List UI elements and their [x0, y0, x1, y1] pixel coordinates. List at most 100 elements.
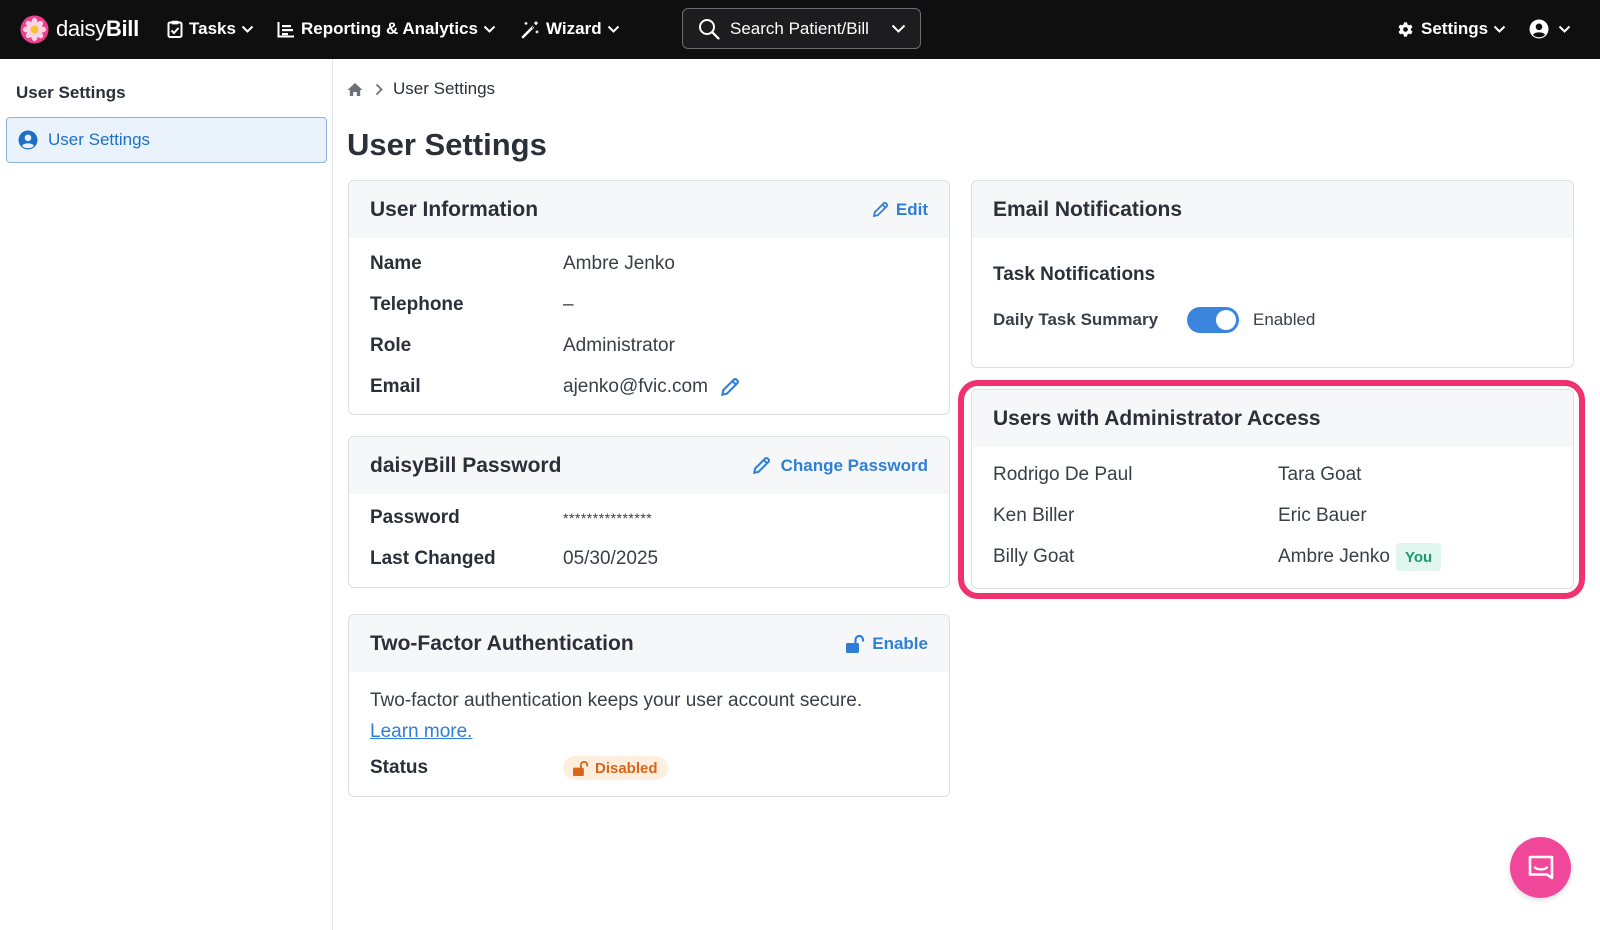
status-badge-label: Disabled	[595, 759, 658, 777]
card-header: Two-Factor Authentication Enable	[349, 615, 949, 672]
unlock-icon	[573, 760, 589, 776]
you-badge: You	[1395, 543, 1442, 571]
pencil-icon	[752, 456, 770, 475]
two-factor-description-text: Two-factor authentication keeps your use…	[370, 690, 863, 711]
daily-task-summary-row: Daily Task Summary Enabled	[993, 306, 1315, 334]
nav-wizard[interactable]: Wizard	[521, 16, 620, 42]
email-value: ajenko@fvic.com	[563, 376, 708, 397]
password-masked-value: ***************	[563, 510, 653, 526]
breadcrumb: User Settings	[347, 78, 495, 100]
gear-icon	[1398, 21, 1413, 37]
change-password-button[interactable]: Change Password	[752, 456, 928, 476]
admin-access-card: Users with Administrator Access Rodrigo …	[971, 389, 1574, 589]
nav-settings-label: Settings	[1421, 19, 1489, 38]
toggle-label: Daily Task Summary	[993, 310, 1159, 329]
field-value: Administrator	[563, 335, 675, 356]
enable-two-factor-button[interactable]: Enable	[845, 634, 928, 654]
nav-wizard-label: Wizard	[546, 19, 602, 38]
toggle-state-label: Enabled	[1253, 310, 1316, 329]
admin-user: Eric Bauer	[1278, 505, 1367, 526]
edit-label: Edit	[895, 199, 928, 219]
brand-name: daisyBill	[56, 16, 139, 41]
field-value: –	[563, 294, 574, 315]
sidebar-item-user-settings[interactable]: User Settings	[6, 117, 327, 163]
user-information-card: User Information Edit Name Ambre Jenko T…	[348, 180, 950, 415]
field-value-email: ajenko@fvic.com	[563, 376, 740, 398]
nav-tasks[interactable]: Tasks	[167, 16, 254, 42]
nav-tasks-label: Tasks	[189, 19, 236, 38]
sidebar-heading: User Settings	[16, 83, 126, 102]
user-info-row-name: Name Ambre Jenko	[370, 251, 675, 277]
breadcrumb-current: User Settings	[393, 79, 496, 98]
daisybill-logo[interactable]: daisyBill	[20, 14, 139, 44]
enable-label: Enable	[872, 633, 928, 653]
card-title: daisyBill Password	[370, 453, 562, 477]
nav-settings[interactable]: Settings	[1396, 16, 1506, 42]
sidebar-item-label: User Settings	[48, 130, 151, 149]
chat-bubble-icon	[1528, 855, 1553, 879]
card-title: Two-Factor Authentication	[370, 631, 634, 655]
field-label: Telephone	[370, 294, 464, 315]
field-label: Last Changed	[370, 548, 496, 569]
card-header: User Information Edit	[349, 181, 949, 238]
unlock-icon	[846, 634, 865, 653]
nav-reporting-label: Reporting & Analytics	[301, 19, 478, 38]
breadcrumb-separator-icon	[375, 83, 383, 96]
chevron-down-icon	[483, 25, 496, 33]
password-card: daisyBill Password Change Password Passw…	[348, 436, 950, 588]
pencil-icon	[872, 201, 889, 218]
task-notifications-heading: Task Notifications	[993, 264, 1156, 285]
admin-user: Ken Biller	[993, 505, 1075, 526]
user-circle-icon	[1529, 19, 1549, 39]
admin-user-current: Ambre Jenko You	[1278, 543, 1442, 571]
two-factor-status-row: Status Disabled	[370, 755, 668, 781]
field-label: Password	[370, 507, 460, 528]
user-info-row-email: Email ajenko@fvic.com	[370, 374, 740, 400]
clipboard-check-icon	[167, 20, 183, 38]
field-value: Disabled	[563, 756, 668, 780]
user-circle-icon	[18, 130, 38, 150]
search-icon	[699, 18, 720, 40]
edit-user-info-button[interactable]: Edit	[872, 200, 928, 220]
field-label: Status	[370, 757, 429, 778]
user-info-row-role: Role Administrator	[370, 333, 675, 359]
daily-task-summary-toggle[interactable]	[1187, 307, 1239, 333]
card-title: Users with Administrator Access	[993, 406, 1321, 430]
home-icon[interactable]	[347, 82, 363, 97]
card-title: Email Notifications	[993, 197, 1183, 221]
user-info-row-telephone: Telephone –	[370, 292, 574, 318]
magic-wand-icon	[521, 21, 539, 38]
chat-launcher-button[interactable]	[1510, 837, 1571, 898]
change-password-label: Change Password	[780, 455, 928, 475]
password-row: Password ***************	[370, 505, 652, 531]
field-label: Role	[370, 335, 412, 356]
learn-more-link[interactable]: Learn more.	[370, 721, 472, 742]
search-label: Search Patient/Bill	[730, 18, 869, 38]
card-header: Email Notifications	[972, 181, 1573, 238]
daisy-flower-icon	[20, 14, 49, 44]
card-header: daisyBill Password Change Password	[349, 437, 949, 494]
chevron-down-icon	[607, 25, 619, 33]
admin-user: Billy Goat	[993, 546, 1075, 567]
card-title: User Information	[370, 197, 539, 221]
field-value: 05/30/2025	[563, 548, 659, 569]
admin-user: Rodrigo De Paul	[993, 464, 1133, 485]
chevron-down-icon	[1558, 25, 1571, 33]
card-header: Users with Administrator Access	[972, 390, 1573, 447]
admin-user: Tara Goat	[1278, 464, 1362, 485]
field-label: Email	[370, 376, 421, 397]
two-factor-auth-card: Two-Factor Authentication Enable Two-fac…	[348, 614, 950, 797]
last-changed-row: Last Changed 05/30/2025	[370, 546, 658, 572]
two-factor-description: Two-factor authentication keeps your use…	[370, 685, 930, 747]
edit-email-pencil-icon[interactable]	[720, 377, 740, 397]
search-patient-bill[interactable]: Search Patient/Bill	[682, 8, 921, 49]
top-nav-bar: daisyBill Tasks Reporting & Analytics Wi…	[0, 0, 1600, 59]
chevron-down-icon	[1493, 25, 1506, 33]
sidebar: User Settings User Settings	[0, 59, 333, 930]
nav-user-account[interactable]	[1529, 16, 1571, 42]
page-title: User Settings	[347, 127, 547, 162]
status-badge: Disabled	[563, 756, 668, 780]
nav-reporting-analytics[interactable]: Reporting & Analytics	[277, 16, 496, 42]
bar-chart-icon	[277, 21, 294, 37]
email-notifications-card: Email Notifications Task Notifications D…	[971, 180, 1574, 368]
